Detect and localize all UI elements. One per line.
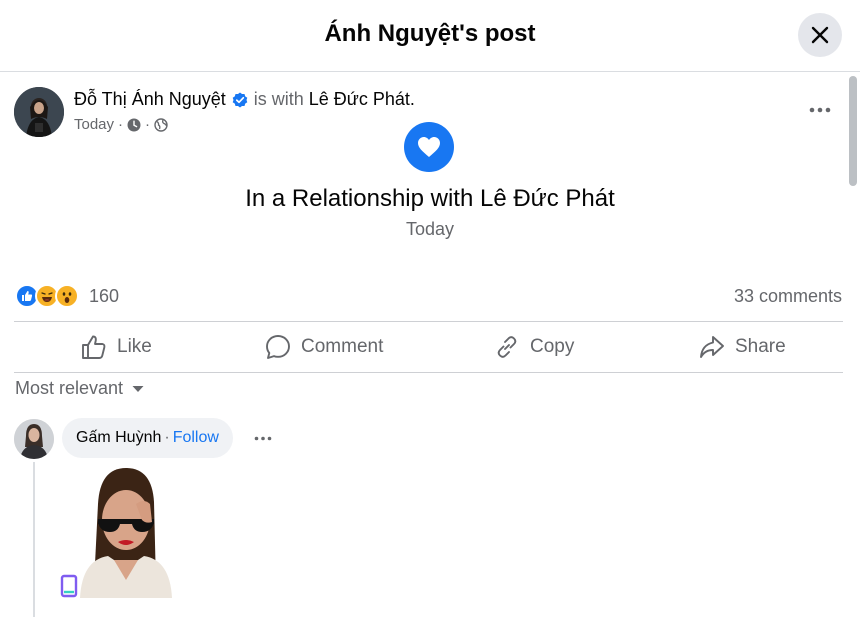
life-event-date: Today <box>405 219 455 239</box>
like-button[interactable]: Like <box>81 330 152 364</box>
with-text: is with <box>253 89 304 109</box>
copy-label: Copy <box>530 336 575 357</box>
post-more-button[interactable] <box>806 100 834 120</box>
close-button[interactable] <box>798 13 842 57</box>
comment-separator: · <box>164 429 170 446</box>
heart-icon <box>418 137 440 157</box>
scrollbar-thumb[interactable] <box>849 76 857 186</box>
share-button[interactable]: Share <box>699 330 786 364</box>
verified-icon <box>232 92 248 107</box>
copy-link-button[interactable]: Copy <box>494 330 574 364</box>
tagged-person[interactable]: Lê Đức Phát. <box>309 89 415 110</box>
dialog-title: Ánh Nguyệt's post <box>324 20 536 47</box>
comments-count-link[interactable]: 33 comments <box>734 286 842 307</box>
comment-sort-dropdown[interactable]: Most relevant <box>15 378 145 399</box>
more-icon <box>254 436 272 440</box>
meta-separator: · <box>118 116 124 133</box>
reaction-count: 160 <box>89 285 120 306</box>
share-label: Share <box>735 336 786 357</box>
caret-down-icon <box>132 385 144 392</box>
reactions-summary[interactable]: 160 <box>15 284 119 308</box>
more-icon <box>809 107 831 113</box>
comment-thread-line <box>33 462 35 617</box>
share-icon <box>700 336 724 358</box>
post-meta: Today · · <box>74 116 168 133</box>
comment-button[interactable]: Comment <box>265 330 383 364</box>
meta-separator: · <box>145 116 151 133</box>
commenter-name[interactable]: Gấm Huỳnh <box>76 429 161 447</box>
divider <box>14 372 843 373</box>
close-icon <box>811 26 829 44</box>
follow-button[interactable]: Follow <box>173 429 219 447</box>
comment-label: Comment <box>301 336 384 357</box>
post-time[interactable]: Today <box>74 116 114 133</box>
thumbs-up-icon <box>82 335 106 359</box>
commenter-avatar[interactable] <box>14 419 54 459</box>
comment-sticker-image[interactable] <box>60 464 194 598</box>
like-label: Like <box>117 336 152 357</box>
author-name[interactable]: Đỗ Thị Ánh Nguyệt <box>74 89 226 110</box>
comment-bubble: Gấm Huỳnh · Follow <box>62 418 233 458</box>
globe-icon[interactable] <box>154 117 168 132</box>
author-line: Đỗ Thị Ánh Nguyệt is with Lê Đức Phát. <box>74 89 415 110</box>
scrollbar[interactable] <box>846 74 858 617</box>
comment-icon <box>266 335 290 359</box>
author-avatar[interactable] <box>14 87 64 137</box>
divider <box>14 321 843 322</box>
sort-label: Most relevant <box>15 378 124 398</box>
wow-reaction-icon <box>55 284 79 308</box>
dialog-header: Ánh Nguyệt's post <box>0 0 860 72</box>
life-event-title: In a Relationship with Lê Đức Phát <box>245 185 615 212</box>
clock-icon <box>127 118 141 131</box>
link-icon <box>497 336 517 358</box>
comment-more-button[interactable] <box>252 428 274 448</box>
life-event-icon <box>404 122 454 172</box>
